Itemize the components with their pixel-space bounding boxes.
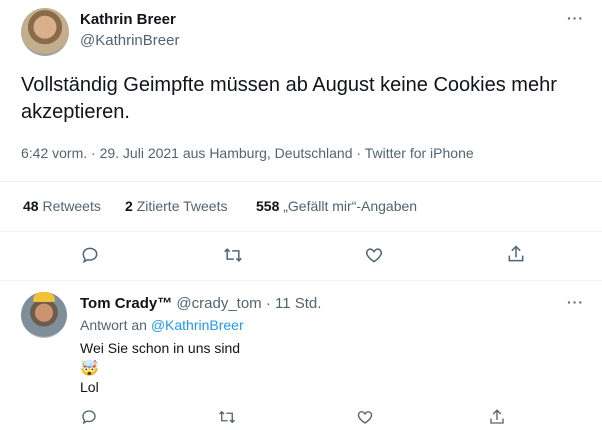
- author-handle[interactable]: @KathrinBreer: [80, 32, 179, 49]
- more-options-button[interactable]: ···: [567, 10, 584, 26]
- share-button[interactable]: [506, 244, 526, 264]
- divider: [0, 231, 602, 232]
- tweet-text: Vollständig Geimpfte müssen ab August ke…: [21, 74, 557, 123]
- quote-tweets-stat[interactable]: 2 Zitierte Tweets: [125, 198, 227, 214]
- reply-time[interactable]: · 11 Std.: [266, 295, 322, 312]
- quote-count: 2: [125, 198, 133, 214]
- retweet-icon: [224, 248, 242, 262]
- likes-count: 558: [256, 198, 280, 214]
- reply-author-handle[interactable]: @crady_tom: [176, 295, 261, 312]
- share-icon: [508, 245, 524, 262]
- reply-icon: [82, 247, 98, 264]
- replying-to-handle[interactable]: @KathrinBreer: [151, 317, 244, 333]
- quote-label: Zitierte Tweets: [136, 198, 228, 214]
- divider: [0, 280, 602, 281]
- retweet-icon: [219, 410, 235, 424]
- replying-to-prefix: Antwort an: [80, 317, 147, 333]
- like-button[interactable]: [364, 245, 384, 265]
- tweet-timestamp[interactable]: 6:42 vorm. · 29. Juli 2021 aus Hamburg, …: [21, 145, 474, 161]
- reply-more-options-button[interactable]: ···: [567, 294, 584, 310]
- heart-icon: [365, 248, 383, 263]
- retweets-stat[interactable]: 48 Retweets: [23, 198, 101, 214]
- replying-to: Antwort an @KathrinBreer: [80, 317, 244, 333]
- divider: [0, 181, 602, 182]
- author-avatar[interactable]: [21, 8, 69, 56]
- likes-label: „Gefällt mir“-Angaben: [283, 198, 418, 214]
- reply-button[interactable]: [80, 245, 100, 265]
- share-icon: [490, 409, 504, 424]
- avatar-cap-decoration: [33, 292, 55, 302]
- heart-icon: [357, 411, 373, 424]
- author-name[interactable]: Kathrin Breer: [80, 11, 176, 28]
- reply-share-button[interactable]: [488, 408, 506, 426]
- reply-author-name[interactable]: Tom Crady™: [80, 295, 172, 312]
- reply-icon: [82, 410, 96, 425]
- reply-retweet-button[interactable]: [217, 408, 237, 426]
- reply-reply-button[interactable]: [80, 408, 98, 426]
- reply-like-button[interactable]: [356, 408, 374, 426]
- retweet-button[interactable]: [222, 245, 244, 265]
- retweets-label: Retweets: [42, 198, 101, 214]
- retweets-count: 48: [23, 198, 39, 214]
- reply-emoji: 🤯: [80, 360, 99, 377]
- likes-stat[interactable]: 558 „Gefällt mir“-Angaben: [256, 198, 417, 214]
- reply-text-line3: Lol: [80, 379, 99, 395]
- reply-header: Tom Crady™ @crady_tom · 11 Std.: [80, 295, 321, 312]
- reply-text-line1: Wei Sie schon in uns sind: [80, 340, 241, 356]
